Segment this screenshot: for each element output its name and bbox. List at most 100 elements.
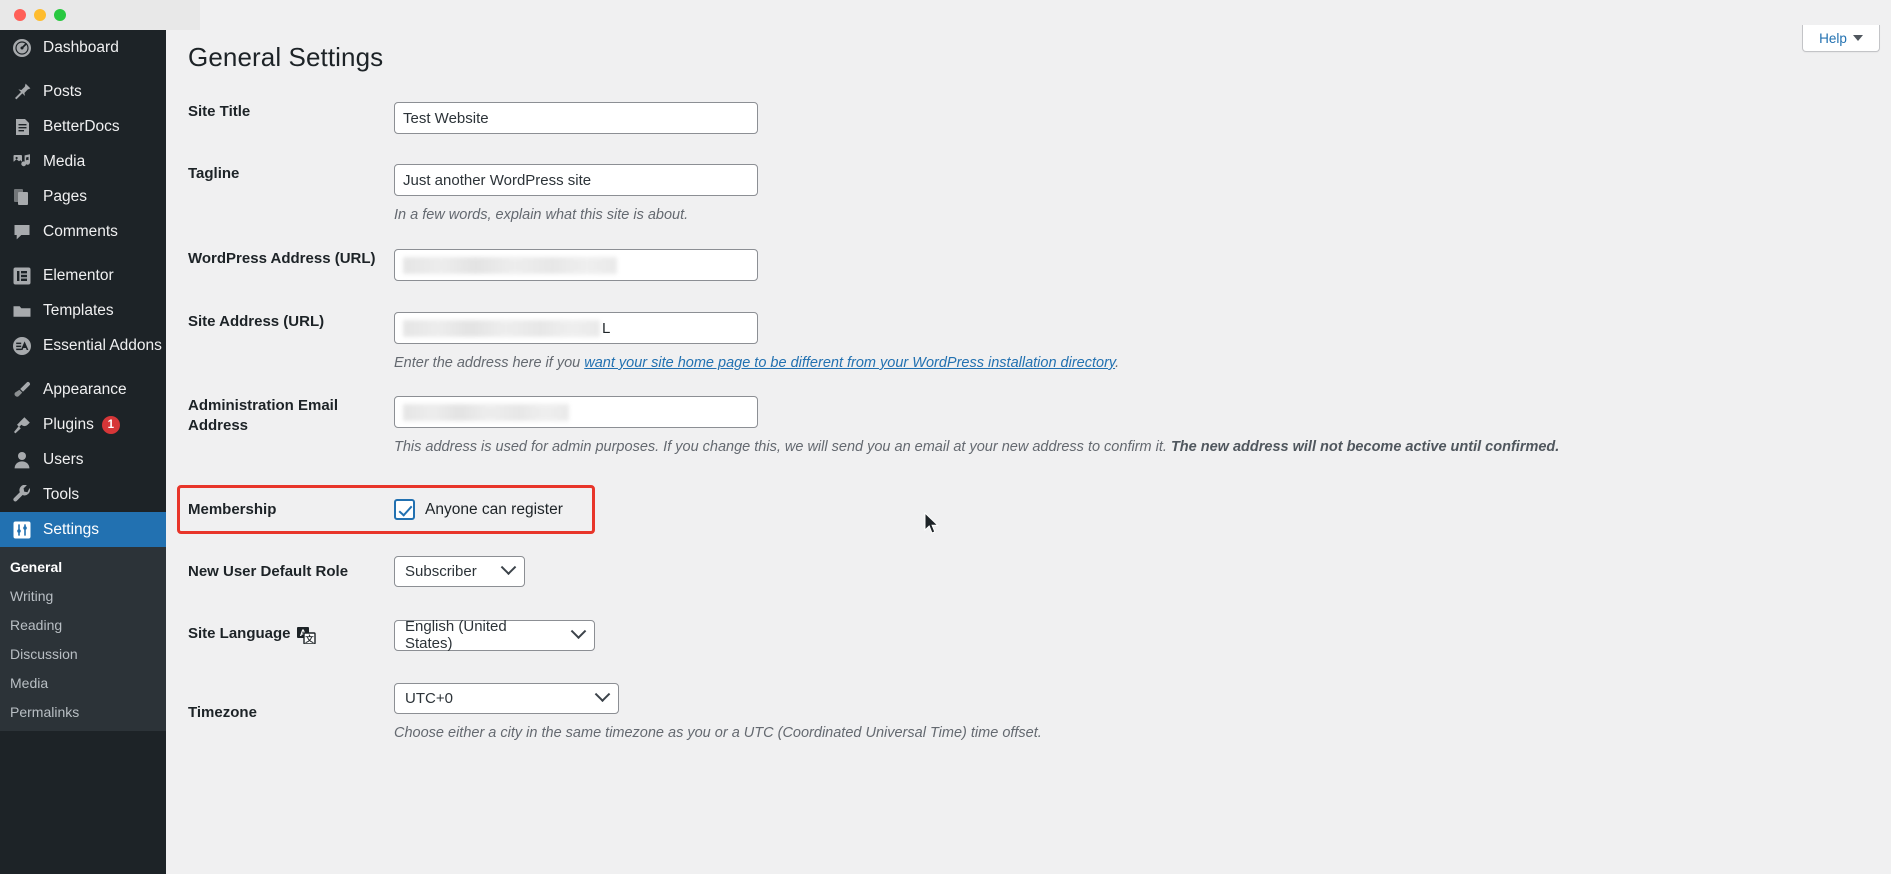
sidebar-item-label: Elementor <box>43 267 114 285</box>
sidebar-item-essential-addons[interactable]: Essential Addons <box>0 328 166 363</box>
site-address-description: Enter the address here if you want your … <box>394 353 1891 373</box>
redacted-value <box>403 320 600 337</box>
sidebar-item-label: Tools <box>43 486 79 504</box>
anyone-can-register-label: Anyone can register <box>425 501 563 519</box>
settings-submenu: GeneralWritingReadingDiscussionMediaPerm… <box>0 547 166 731</box>
plug-icon <box>10 415 34 435</box>
maximize-window-button[interactable] <box>54 9 66 21</box>
sidebar-item-label: Media <box>43 153 85 171</box>
sidebar-item-media[interactable]: Media <box>0 144 166 179</box>
sidebar-item-templates[interactable]: Templates <box>0 293 166 328</box>
folder-icon <box>10 301 34 321</box>
sidebar-item-label: Posts <box>43 83 82 101</box>
sidebar-item-label: Plugins <box>43 416 94 434</box>
user-icon <box>10 450 34 470</box>
row-site-address: Site Address (URL) L Enter the address h… <box>166 312 1891 373</box>
sidebar-item-comments[interactable]: Comments <box>0 214 166 249</box>
site-address-description-prefix: Enter the address here if you <box>394 355 584 371</box>
admin-sidebar: Dashboard Posts BetterDocs Media Pages Commen… <box>0 0 166 874</box>
site-address-label: Site Address (URL) <box>166 312 394 332</box>
row-site-title: Site Title Test Website <box>166 102 1891 134</box>
minimize-window-button[interactable] <box>34 9 46 21</box>
admin-email-label: Administration Email Address <box>166 396 394 436</box>
submenu-item-reading[interactable]: Reading <box>0 611 166 640</box>
app-root: Dashboard Posts BetterDocs Media Pages Commen… <box>0 0 1891 874</box>
chevron-down-icon <box>595 686 611 702</box>
sidebar-item-elementor[interactable]: Elementor <box>0 258 166 293</box>
submenu-item-writing[interactable]: Writing <box>0 582 166 611</box>
row-site-language: Site Language A 文 English (United States… <box>166 618 1891 651</box>
settings-icon <box>10 520 34 540</box>
site-address-trailing-text: L <box>602 320 610 337</box>
wordpress-address-label: WordPress Address (URL) <box>166 249 394 269</box>
wordpress-address-input[interactable] <box>394 249 758 281</box>
new-user-default-role-value: Subscriber <box>405 563 477 580</box>
comments-icon <box>10 222 34 242</box>
admin-email-input[interactable] <box>394 396 758 428</box>
sidebar-item-label: Settings <box>43 521 99 539</box>
close-window-button[interactable] <box>14 9 26 21</box>
timezone-label: Timezone <box>166 703 394 723</box>
help-button[interactable]: Help <box>1802 25 1880 52</box>
site-address-input[interactable]: L <box>394 312 758 344</box>
sidebar-item-label: Pages <box>43 188 87 206</box>
timezone-select[interactable]: UTC+0 <box>394 683 619 714</box>
page-title: General Settings <box>188 42 383 73</box>
elementor-icon <box>10 266 34 286</box>
redacted-value <box>403 404 569 421</box>
anyone-can-register-checkbox[interactable]: Anyone can register <box>394 499 1891 520</box>
redacted-value <box>403 257 617 274</box>
submenu-item-discussion[interactable]: Discussion <box>0 640 166 669</box>
membership-label: Membership <box>166 500 394 520</box>
admin-email-description: This address is used for admin purposes.… <box>394 437 1891 457</box>
betterdocs-icon <box>10 117 34 137</box>
sidebar-item-label: Users <box>43 451 83 469</box>
sidebar-item-users[interactable]: Users <box>0 442 166 477</box>
timezone-value: UTC+0 <box>405 690 453 707</box>
row-wordpress-address: WordPress Address (URL) <box>166 249 1891 281</box>
sidebar-item-label: Comments <box>43 223 118 241</box>
brush-icon <box>10 380 34 400</box>
sidebar-item-plugins[interactable]: Plugins 1 <box>0 407 166 442</box>
chevron-down-icon <box>571 623 587 639</box>
sidebar-item-betterdocs[interactable]: BetterDocs <box>0 109 166 144</box>
tagline-input[interactable]: Just another WordPress site <box>394 164 758 196</box>
pages-icon <box>10 187 34 207</box>
installation-directory-link[interactable]: want your site home page to be different… <box>584 355 1115 371</box>
row-admin-email: Administration Email Address This addres… <box>166 396 1891 457</box>
site-language-select[interactable]: English (United States) <box>394 620 595 651</box>
sidebar-item-label: Appearance <box>43 381 127 399</box>
svg-text:文: 文 <box>305 634 314 644</box>
sidebar-item-label: BetterDocs <box>43 118 120 136</box>
sidebar-item-tools[interactable]: Tools <box>0 477 166 512</box>
essential-addons-icon <box>10 336 34 356</box>
sidebar-item-badge: 1 <box>102 416 120 434</box>
timezone-description: Choose either a city in the same timezon… <box>394 723 1891 743</box>
site-address-description-suffix: . <box>1115 355 1119 371</box>
submenu-item-media[interactable]: Media <box>0 669 166 698</box>
media-icon <box>10 152 34 172</box>
sidebar-item-label: Dashboard <box>43 39 119 57</box>
site-title-label: Site Title <box>166 102 394 122</box>
site-language-label-text: Site Language <box>188 624 291 644</box>
sidebar-item-settings[interactable]: Settings <box>0 512 166 547</box>
chevron-down-icon <box>1853 35 1863 41</box>
submenu-item-permalinks[interactable]: Permalinks <box>0 698 166 727</box>
new-user-default-role-label: New User Default Role <box>166 562 394 582</box>
row-tagline: Tagline Just another WordPress site In a… <box>166 164 1891 225</box>
sidebar-item-pages[interactable]: Pages <box>0 179 166 214</box>
general-settings-form: Site Title Test Website Tagline Just ano… <box>166 88 1891 743</box>
window-titlebar <box>0 0 200 30</box>
dashboard-icon <box>10 38 34 58</box>
sidebar-item-appearance[interactable]: Appearance <box>0 372 166 407</box>
row-new-user-default-role: New User Default Role Subscriber <box>166 556 1891 587</box>
site-title-input[interactable]: Test Website <box>394 102 758 134</box>
new-user-default-role-select[interactable]: Subscriber <box>394 556 525 587</box>
tagline-label: Tagline <box>166 164 394 184</box>
checkbox-checked-icon[interactable] <box>394 499 415 520</box>
sidebar-item-dashboard[interactable]: Dashboard <box>0 30 166 65</box>
sidebar-item-posts[interactable]: Posts <box>0 74 166 109</box>
main-content: Help General Settings Site Title Test We… <box>166 0 1891 874</box>
sidebar-item-label: Templates <box>43 302 114 320</box>
submenu-item-general[interactable]: General <box>0 553 166 582</box>
